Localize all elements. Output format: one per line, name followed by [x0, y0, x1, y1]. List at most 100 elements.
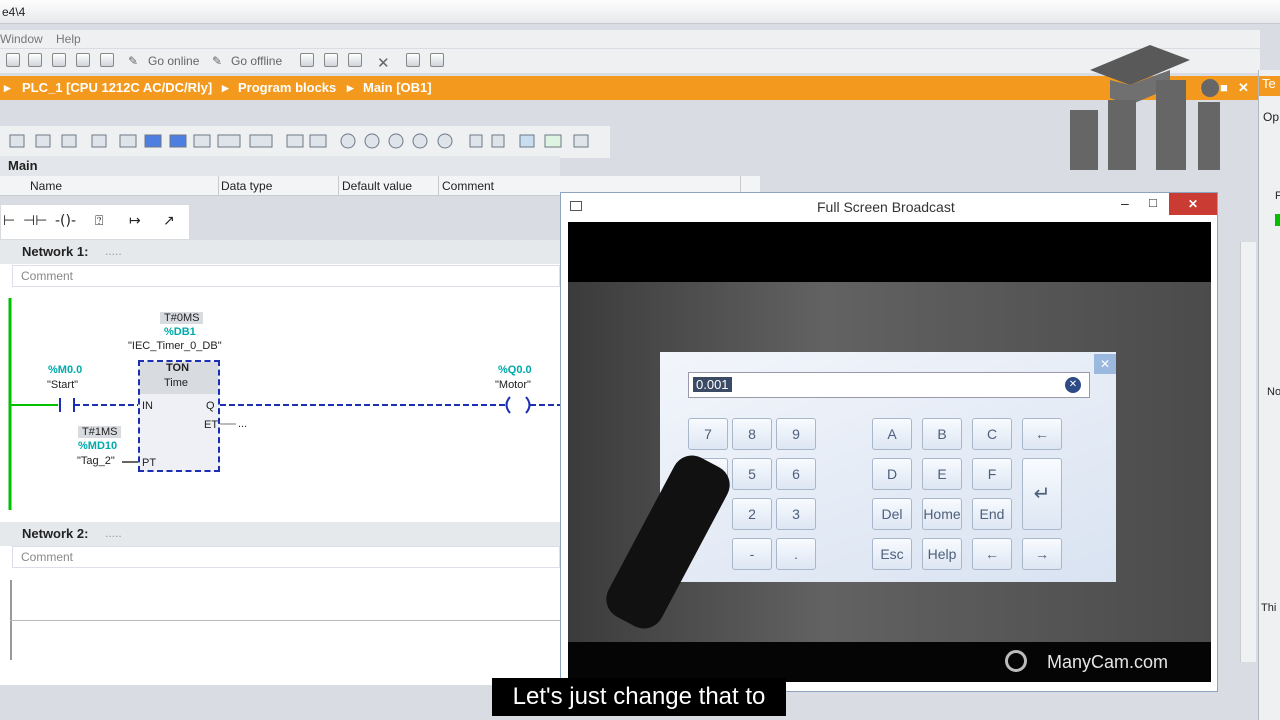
go-online-button[interactable]: Go online [148, 54, 199, 68]
broadcast-title: Full Screen Broadcast [817, 199, 955, 215]
breadcrumb-arrow-icon: ▸ [347, 80, 354, 95]
download-icon[interactable] [28, 53, 42, 67]
breadcrumb-arrow-icon: ▸ [222, 80, 229, 95]
hmi-key-5[interactable]: 5 [732, 458, 772, 490]
right-panel-f: F [1275, 190, 1280, 202]
start-address: %M0.0 [48, 364, 83, 376]
column-default-value[interactable]: Default value [342, 179, 412, 193]
stop-cpu-icon[interactable] [348, 53, 362, 67]
block-title-bar: Main [0, 156, 560, 176]
network-2-comment[interactable]: Comment [12, 546, 560, 568]
hmi-backspace-icon[interactable]: ← [1022, 418, 1062, 450]
upload-icon[interactable] [52, 53, 66, 67]
block-toolbar-icons[interactable] [0, 126, 610, 158]
network-1-header[interactable]: Network 1:..... [0, 240, 560, 264]
compile-icon[interactable] [100, 53, 114, 67]
hmi-key-del[interactable]: Del [872, 498, 912, 530]
hmi-key-esc[interactable]: Esc [872, 538, 912, 570]
pin-pt: PT [142, 457, 157, 469]
pt-address: %MD10 [78, 440, 118, 452]
right-panel-tab[interactable]: Te [1259, 76, 1280, 96]
hmi-close-icon[interactable]: ✕ [1094, 354, 1116, 374]
hmi-key-f[interactable]: F [972, 458, 1012, 490]
hmi-key-d[interactable]: D [872, 458, 912, 490]
no-contact-icon[interactable]: ⊣⊢ [23, 213, 47, 229]
hmi-key-b[interactable]: B [922, 418, 962, 450]
hmi-screen: ✕ 0.001 ✕ 7 8 9 4 5 6 2 3 - . A B C D E … [660, 352, 1116, 582]
right-panel-no: No [1267, 386, 1280, 398]
split-vertical-icon[interactable] [430, 53, 444, 67]
hmi-key-2[interactable]: 2 [732, 498, 772, 530]
start-cpu-icon[interactable] [324, 53, 338, 67]
open-branch-icon[interactable]: ↦ [129, 213, 141, 229]
breadcrumb-main[interactable]: Main [OB1] [363, 80, 432, 95]
manycam-watermark: ManyCam.com [1047, 652, 1169, 672]
hmi-key-3[interactable]: 3 [776, 498, 816, 530]
network-2-rung [10, 620, 560, 621]
network-1-wiring [8, 298, 560, 510]
save-icon[interactable] [6, 53, 20, 67]
et-value[interactable]: ... [238, 418, 247, 430]
hmi-key-end[interactable]: End [972, 498, 1012, 530]
go-online-icon[interactable]: ✎ [128, 54, 138, 68]
hmi-key-9[interactable]: 9 [776, 418, 816, 450]
hmi-clear-icon[interactable]: ✕ [1065, 377, 1081, 393]
caption: Let's just change that to [492, 678, 786, 716]
pin-in: IN [142, 400, 153, 412]
column-data-type[interactable]: Data type [221, 179, 272, 193]
editor-scrollbar[interactable] [1240, 242, 1256, 662]
hmi-key-a[interactable]: A [872, 418, 912, 450]
menu-help[interactable]: Help [56, 32, 81, 46]
network-2-header[interactable]: Network 2:..... [0, 522, 560, 546]
broadcast-minimize-icon[interactable]: – [1121, 195, 1129, 211]
right-panel-options[interactable]: Op [1263, 110, 1279, 124]
breadcrumb-plc[interactable]: PLC_1 [CPU 1212C AC/DC/Rly] [22, 80, 212, 95]
hmi-key-7[interactable]: 7 [688, 418, 728, 450]
network-1-comment[interactable]: Comment [12, 265, 560, 287]
broadcast-window: Full Screen Broadcast – □ ✕ ✕ 0.001 ✕ 7 … [560, 192, 1218, 692]
hmi-key-minus[interactable]: - [732, 538, 772, 570]
hmi-left-arrow-icon[interactable]: ← [972, 538, 1012, 570]
column-comment[interactable]: Comment [442, 179, 494, 193]
coil-icon[interactable]: -()- [55, 213, 76, 229]
menu-window[interactable]: Window [0, 32, 43, 46]
broadcast-maximize-icon[interactable]: □ [1149, 195, 1157, 210]
right-panel-this: Thi [1261, 602, 1277, 614]
output-tag[interactable]: "Motor" [495, 379, 531, 391]
start-tag[interactable]: "Start" [47, 379, 78, 391]
hmi-input[interactable]: 0.001 ✕ [688, 372, 1090, 398]
breadcrumb-program-blocks[interactable]: Program blocks [238, 80, 336, 95]
hmi-key-6[interactable]: 6 [776, 458, 816, 490]
column-name[interactable]: Name [30, 179, 62, 193]
hmi-key-dot[interactable]: . [776, 538, 816, 570]
close-x-icon[interactable]: ✕ [377, 54, 390, 72]
hmi-key-home[interactable]: Home [922, 498, 962, 530]
pin-et: ET [204, 419, 219, 431]
output-address: %Q0.0 [498, 364, 532, 376]
empty-box-icon[interactable]: ⍰ [95, 213, 103, 229]
timer-instance-name[interactable]: "IEC_Timer_0_DB" [128, 340, 222, 352]
pt-tag[interactable]: "Tag_2" [77, 455, 115, 467]
network-2-dots: ..... [105, 526, 122, 540]
go-offline-icon[interactable]: ✎ [212, 54, 222, 68]
block-title: Main [8, 158, 38, 173]
hmi-key-e[interactable]: E [922, 458, 962, 490]
print-icon[interactable] [76, 53, 90, 67]
ladder-elements-toolbar: ⊢ ⊣⊢ -()- ⍰ ↦ ↗ [0, 204, 190, 240]
accessible-devices-icon[interactable] [300, 53, 314, 67]
hmi-key-help[interactable]: Help [922, 538, 962, 570]
network-1-dots: ..... [105, 244, 122, 258]
hmi-right-arrow-icon[interactable]: → [1022, 538, 1062, 570]
hmi-key-c[interactable]: C [972, 418, 1012, 450]
timer-db-address: %DB1 [164, 326, 196, 338]
rung-icon[interactable]: ⊢ [3, 213, 15, 229]
hmi-key-8[interactable]: 8 [732, 418, 772, 450]
split-horizontal-icon[interactable] [406, 53, 420, 67]
hmi-enter-icon[interactable]: ↵ [1022, 458, 1062, 530]
broadcast-close-icon[interactable]: ✕ [1169, 193, 1217, 215]
network-1-title: Network 1: [22, 244, 89, 259]
manycam-icon [1005, 650, 1027, 672]
close-branch-icon[interactable]: ↗ [163, 213, 175, 229]
go-offline-button[interactable]: Go offline [231, 54, 282, 68]
close-icon[interactable]: ✕ [1238, 80, 1249, 96]
